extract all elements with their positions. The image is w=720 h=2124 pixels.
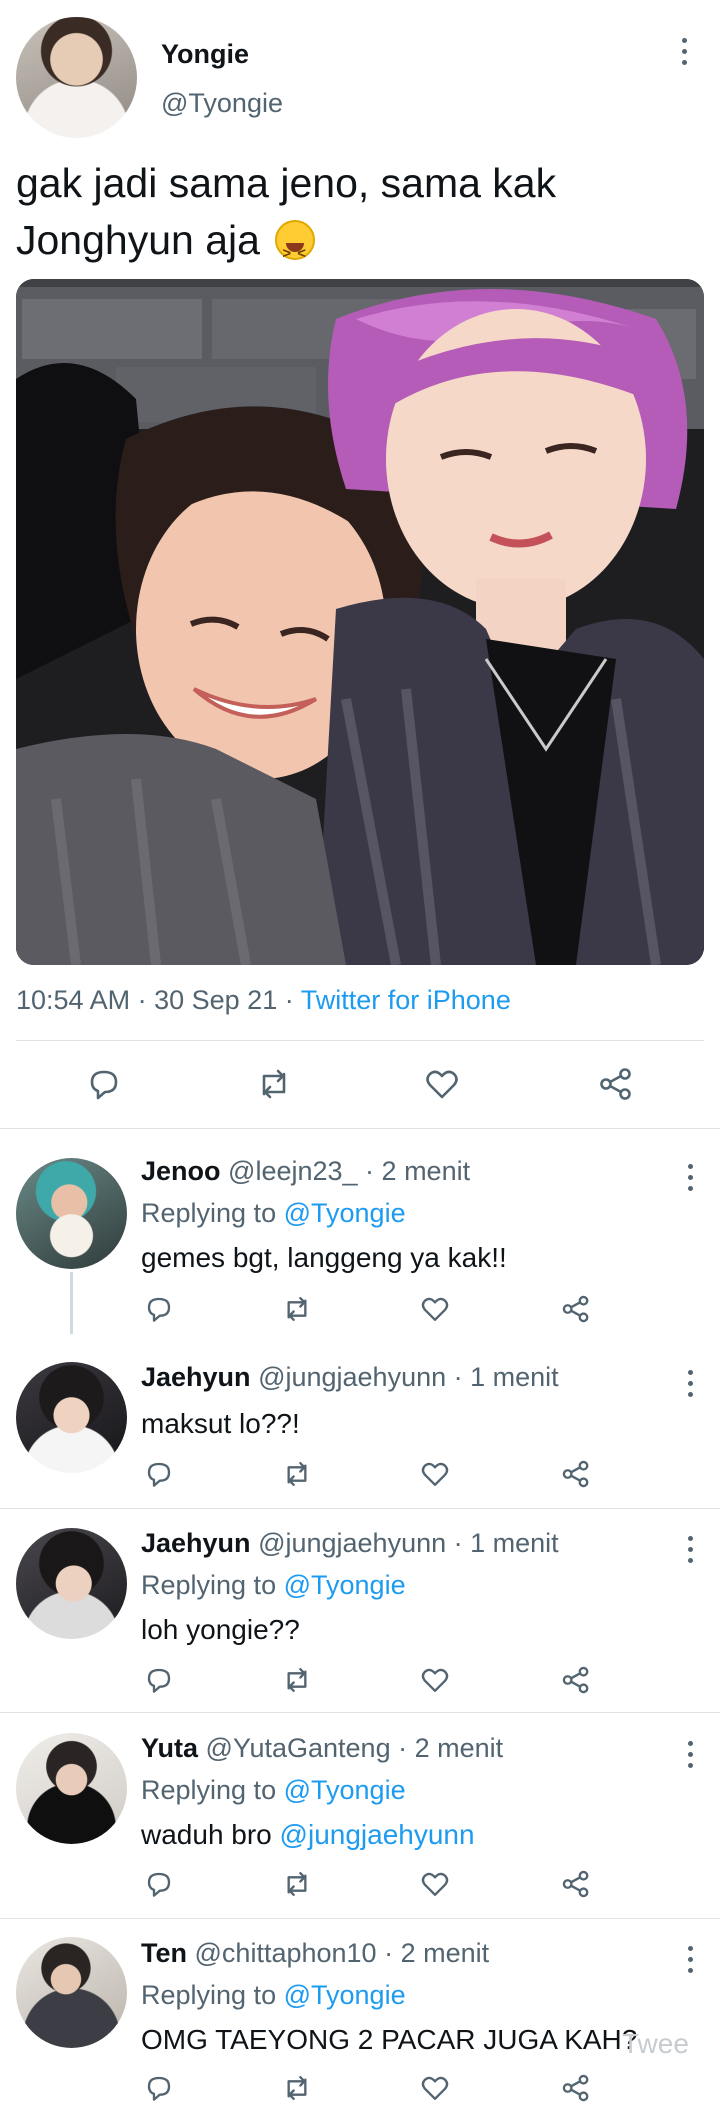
reply-time: 2 menit xyxy=(414,1733,504,1763)
reply-header: Jenoo @leejn23_ · 2 menit xyxy=(141,1156,471,1186)
reply-header: Jaehyun @jungjaehyunn · 1 menit xyxy=(141,1528,559,1558)
more-icon[interactable] xyxy=(682,1741,698,1768)
reply-author-handle[interactable]: @jungjaehyunn xyxy=(258,1528,446,1558)
author-avatar[interactable] xyxy=(16,17,137,138)
share-icon[interactable] xyxy=(598,1066,634,1102)
reply-mention[interactable]: @jungjaehyunn xyxy=(280,1819,475,1850)
more-icon[interactable] xyxy=(682,1536,698,1563)
tweet-source[interactable]: Twitter for iPhone xyxy=(301,985,511,1015)
reply-time: 1 menit xyxy=(470,1362,559,1392)
reply-icon[interactable] xyxy=(144,1665,174,1695)
reply-time: 2 menit xyxy=(381,1156,471,1186)
retweet-icon[interactable] xyxy=(282,1869,312,1899)
reply-icon[interactable] xyxy=(144,1294,174,1324)
retweet-icon[interactable] xyxy=(256,1066,292,1102)
main-tweet: Yongie @Tyongie gak jadi sama jeno, sama… xyxy=(0,0,720,1128)
reply-author-name[interactable]: Yuta xyxy=(141,1733,198,1763)
share-icon[interactable] xyxy=(561,1665,591,1695)
like-icon[interactable] xyxy=(420,2073,450,2103)
tweet-time: 10:54 AM xyxy=(16,985,131,1015)
avatar[interactable] xyxy=(16,1937,127,2048)
more-icon[interactable] xyxy=(682,1164,698,1191)
author-handle[interactable]: @Tyongie xyxy=(161,88,283,119)
tweet-text-line1: gak jadi sama jeno, sama kak xyxy=(16,160,557,206)
share-icon[interactable] xyxy=(561,2073,591,2103)
reply-item[interactable]: Ten @chittaphon10 · 2 menit Replying to … xyxy=(0,1918,720,2124)
tweet-meta: 10:54 AM · 30 Sep 21 · Twitter for iPhon… xyxy=(16,985,511,1016)
avatar[interactable] xyxy=(16,1158,127,1269)
tweet-text-line2: Jonghyun aja xyxy=(16,217,260,263)
replying-to-label: Replying to xyxy=(141,1570,277,1600)
retweet-icon[interactable] xyxy=(282,1665,312,1695)
like-icon[interactable] xyxy=(420,1294,450,1324)
reply-icon[interactable] xyxy=(86,1066,122,1102)
reply-author-handle[interactable]: @chittaphon10 xyxy=(195,1938,377,1968)
retweet-icon[interactable] xyxy=(282,2073,312,2103)
reply-text: loh yongie?? xyxy=(141,1614,300,1645)
retweet-icon[interactable] xyxy=(282,1294,312,1324)
reply-author-name[interactable]: Jenoo xyxy=(141,1156,221,1186)
divider xyxy=(16,1040,704,1041)
watermark: Twee xyxy=(622,2028,689,2059)
reply-author-name[interactable]: Jaehyun xyxy=(141,1362,251,1392)
replying-to-label: Replying to xyxy=(141,1980,277,2010)
retweet-icon[interactable] xyxy=(282,1459,312,1489)
reply-time: 2 menit xyxy=(400,1938,490,1968)
like-icon[interactable] xyxy=(420,1869,450,1899)
reply-header: Yuta @YutaGanteng · 2 menit xyxy=(141,1733,504,1763)
share-icon[interactable] xyxy=(561,1459,591,1489)
replying-to: Replying to @Tyongie xyxy=(141,1775,406,1806)
reply-item[interactable]: Jaehyun @jungjaehyunn · 1 menit maksut l… xyxy=(0,1334,720,1508)
reply-icon[interactable] xyxy=(144,1459,174,1489)
share-icon[interactable] xyxy=(561,1869,591,1899)
reply-text: waduh bro @jungjaehyunn xyxy=(141,1819,475,1851)
tweet-photo[interactable] xyxy=(16,279,704,965)
avatar[interactable] xyxy=(16,1733,127,1844)
replying-to: Replying to @Tyongie xyxy=(141,1198,406,1229)
reply-item[interactable]: Yuta @YutaGanteng · 2 menit Replying to … xyxy=(0,1712,720,1918)
reply-author-name[interactable]: Ten xyxy=(141,1938,187,1968)
meta-separator: · xyxy=(284,985,294,1015)
reply-icon[interactable] xyxy=(144,2073,174,2103)
reply-text-content: waduh bro xyxy=(141,1819,280,1850)
reply-icon[interactable] xyxy=(144,1869,174,1899)
reply-text: gemes bgt, langgeng ya kak!! xyxy=(141,1242,507,1273)
replying-to-handle[interactable]: @Tyongie xyxy=(284,1198,406,1228)
reply-author-handle[interactable]: @jungjaehyunn xyxy=(258,1362,446,1392)
reply-text: maksut lo??! xyxy=(141,1408,300,1439)
reply-time: 1 menit xyxy=(470,1528,559,1558)
replying-to-label: Replying to xyxy=(141,1775,277,1805)
share-icon[interactable] xyxy=(561,1294,591,1324)
thread-line xyxy=(70,1272,73,1334)
replying-to-handle[interactable]: @Tyongie xyxy=(284,1775,406,1805)
like-icon[interactable] xyxy=(420,1665,450,1695)
author-name[interactable]: Yongie xyxy=(161,39,249,70)
tweet-date: 30 Sep 21 xyxy=(154,985,278,1015)
more-icon[interactable] xyxy=(682,1370,698,1397)
reply-author-handle[interactable]: @leejn23_ xyxy=(228,1156,358,1186)
like-icon[interactable] xyxy=(424,1066,460,1102)
tweet-text: gak jadi sama jeno, sama kak Jonghyun aj… xyxy=(16,155,706,282)
laughing-emoji-icon xyxy=(275,220,316,282)
reply-header: Ten @chittaphon10 · 2 menit xyxy=(141,1938,490,1968)
replying-to-handle[interactable]: @Tyongie xyxy=(284,1570,406,1600)
replying-to-handle[interactable]: @Tyongie xyxy=(284,1980,406,2010)
avatar[interactable] xyxy=(16,1362,127,1473)
reply-item[interactable]: Jenoo @leejn23_ · 2 menit Replying to @T… xyxy=(0,1128,720,1334)
reply-author-name[interactable]: Jaehyun xyxy=(141,1528,251,1558)
like-icon[interactable] xyxy=(420,1459,450,1489)
reply-author-handle[interactable]: @YutaGanteng xyxy=(206,1733,391,1763)
replying-to: Replying to @Tyongie xyxy=(141,1980,406,2011)
meta-separator: · xyxy=(137,985,147,1015)
replying-to-label: Replying to xyxy=(141,1198,277,1228)
reply-header: Jaehyun @jungjaehyunn · 1 menit xyxy=(141,1362,559,1392)
reply-text: OMG TAEYONG 2 PACAR JUGA KAH? xyxy=(141,2024,638,2055)
reply-item[interactable]: Jaehyun @jungjaehyunn · 1 menit Replying… xyxy=(0,1508,720,1712)
replying-to: Replying to @Tyongie xyxy=(141,1570,406,1601)
more-icon[interactable] xyxy=(676,38,692,72)
more-icon[interactable] xyxy=(682,1946,698,1973)
avatar[interactable] xyxy=(16,1528,127,1639)
